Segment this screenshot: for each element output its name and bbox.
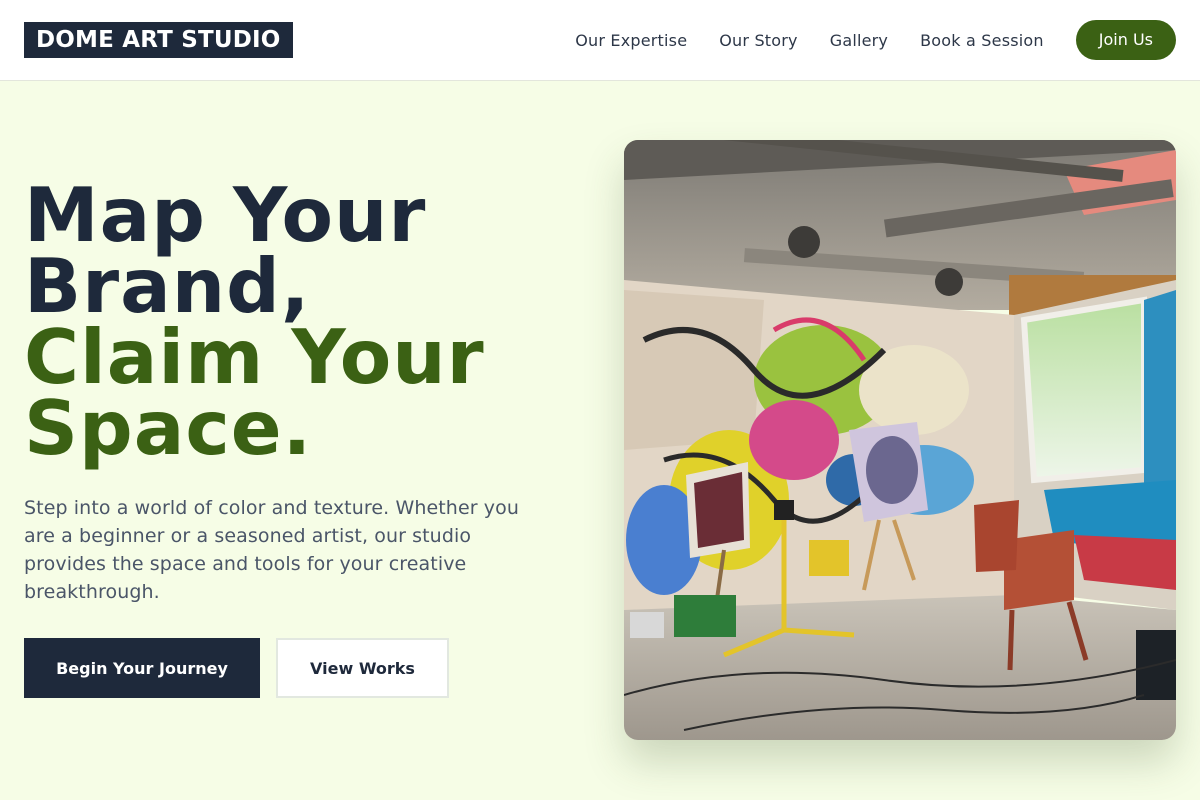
- view-works-button[interactable]: View Works: [276, 638, 449, 698]
- main-nav: Our Expertise Our Story Gallery Book a S…: [575, 20, 1176, 60]
- join-us-button[interactable]: Join Us: [1075, 20, 1176, 60]
- nav-link-book-a-session[interactable]: Book a Session: [920, 31, 1044, 50]
- top-navigation-bar: DOME ART STUDIO Our Expertise Our Story …: [0, 0, 1200, 81]
- nav-link-gallery[interactable]: Gallery: [830, 31, 888, 50]
- hero-heading-line-4: Space.: [24, 384, 313, 472]
- hero-heading-line-3: Claim Your: [24, 313, 485, 401]
- site-logo[interactable]: DOME ART STUDIO: [24, 22, 293, 58]
- nav-link-our-expertise[interactable]: Our Expertise: [575, 31, 687, 50]
- hero-studio-image: [624, 140, 1176, 740]
- hero-heading: Map Your Brand, Claim Your Space.: [24, 171, 584, 472]
- hero-description: Step into a world of color and texture. …: [24, 497, 519, 603]
- begin-your-journey-button[interactable]: Begin Your Journey: [24, 638, 260, 698]
- hero-heading-line-1: Map Your: [24, 171, 427, 259]
- hero-heading-line-2: Brand,: [24, 242, 311, 330]
- nav-link-our-story[interactable]: Our Story: [719, 31, 797, 50]
